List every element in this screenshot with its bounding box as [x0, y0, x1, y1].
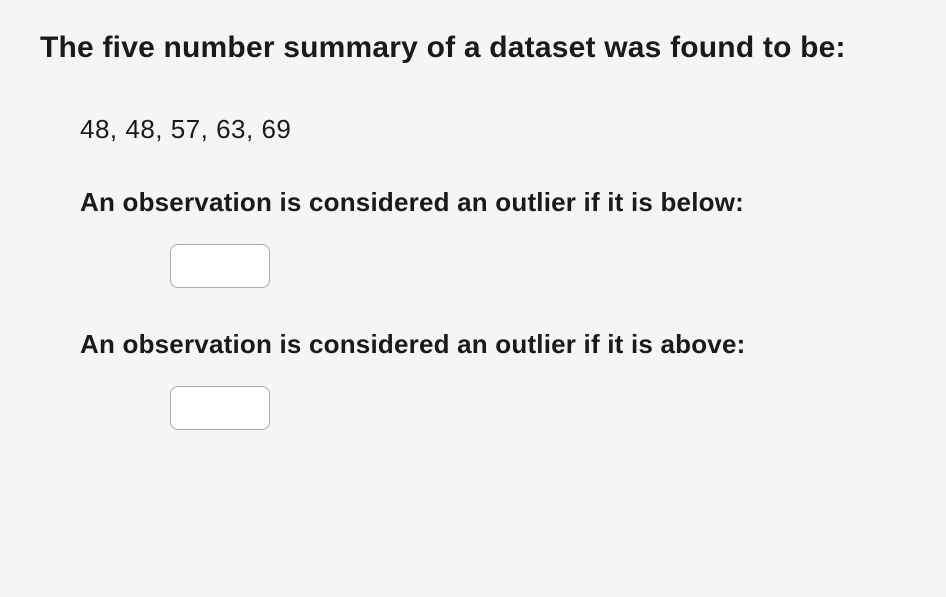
question-body: 48, 48, 57, 63, 69 An observation is con… [80, 113, 906, 430]
question-container: The five number summary of a dataset was… [0, 0, 946, 470]
outlier-below-input-wrap [170, 244, 906, 288]
outlier-above-input-wrap [170, 386, 906, 430]
outlier-above-input[interactable] [170, 386, 270, 430]
outlier-above-prompt: An observation is considered an outlier … [80, 328, 906, 362]
outlier-below-prompt: An observation is considered an outlier … [80, 186, 906, 220]
outlier-below-input[interactable] [170, 244, 270, 288]
question-heading: The five number summary of a dataset was… [40, 28, 906, 69]
five-number-summary: 48, 48, 57, 63, 69 [80, 113, 906, 147]
